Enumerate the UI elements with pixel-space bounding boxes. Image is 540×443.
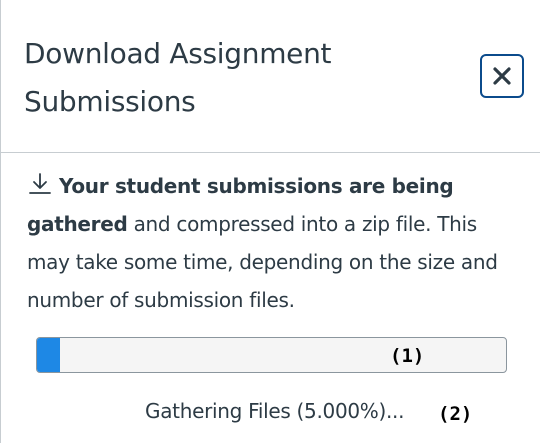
close-icon [493, 67, 511, 85]
progress-bar-fill [37, 338, 61, 372]
dialog-title-line-2: Submissions [24, 85, 196, 118]
status-message: Your student submissions are being gathe… [27, 167, 517, 319]
dialog-title-line-1: Download Assignment [24, 37, 332, 70]
download-icon [29, 173, 51, 194]
annotation-marker-1: (1) [390, 345, 425, 367]
download-submissions-dialog: Download Assignment Submissions Your stud… [0, 0, 540, 443]
dialog-header: Download Assignment Submissions [1, 0, 540, 153]
annotation-marker-2: (2) [438, 403, 473, 425]
close-button[interactable] [480, 54, 524, 98]
progress-status-text: Gathering Files (5.000%)... [145, 399, 405, 423]
dialog-title: Download Assignment Submissions [24, 30, 444, 126]
progress-bar [36, 337, 507, 373]
